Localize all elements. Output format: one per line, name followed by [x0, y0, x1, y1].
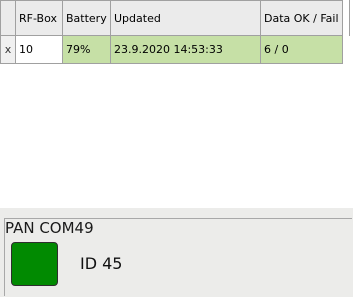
column-divider — [349, 0, 350, 36]
column-header-rf-box[interactable]: RF-Box — [15, 0, 63, 36]
cell-rf-box[interactable]: 10 — [15, 35, 63, 64]
corner-header[interactable] — [0, 0, 16, 36]
rf-box-grid[interactable]: RF-Box Battery Updated Data OK / Fail x … — [0, 0, 353, 208]
table-row[interactable]: x 10 79% 23.9.2020 14:53:33 6 / 0 — [0, 35, 343, 64]
cell-updated[interactable]: 23.9.2020 14:53:33 — [110, 35, 261, 64]
column-header-data-ok-fail[interactable]: Data OK / Fail — [260, 0, 343, 36]
device-id-label: ID 45 — [80, 254, 123, 273]
row-header[interactable]: x — [0, 35, 16, 64]
status-indicator — [11, 242, 58, 286]
rf-box-table: RF-Box Battery Updated Data OK / Fail x … — [0, 0, 343, 64]
cell-battery[interactable]: 79% — [62, 35, 111, 64]
groupbox-title: PAN COM49 — [5, 219, 97, 237]
cell-data-ok-fail[interactable]: 6 / 0 — [260, 35, 343, 64]
column-header-battery[interactable]: Battery — [62, 0, 111, 36]
table-header-row: RF-Box Battery Updated Data OK / Fail — [0, 0, 343, 36]
column-header-updated[interactable]: Updated — [110, 0, 261, 36]
